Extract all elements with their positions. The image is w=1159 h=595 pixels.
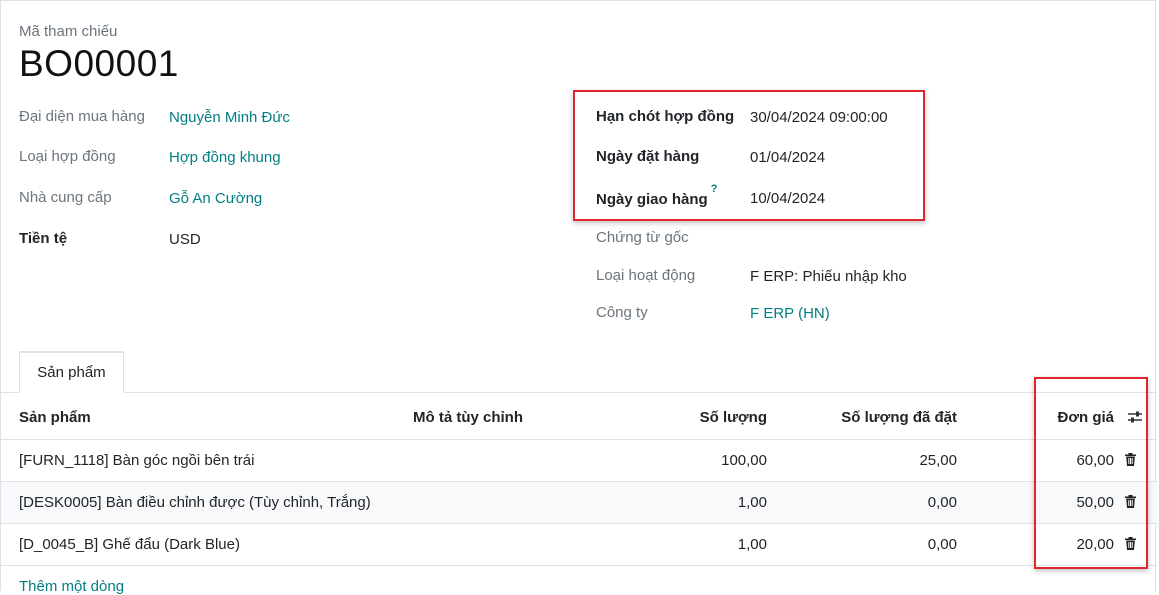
company-label: Công ty (596, 304, 648, 321)
purchase-rep-label: Đại diện mua hàng (19, 108, 145, 125)
product-cell[interactable]: [FURN_1118] Bàn góc ngồi bên trái (19, 452, 254, 469)
vendor-label: Nhà cung cấp (19, 189, 112, 206)
source-document-label: Chứng từ gốc (596, 229, 689, 246)
vendor-field[interactable]: Gỗ An Cường (169, 190, 262, 207)
ordered-quantity-cell: 25,00 (919, 452, 957, 469)
purchase-rep-field[interactable]: Nguyễn Minh Đức (169, 109, 290, 126)
contract-type-label: Loại hợp đồng (19, 148, 116, 165)
product-cell[interactable]: [D_0045_B] Ghế đẩu (Dark Blue) (19, 536, 240, 553)
reference-label: Mã tham chiếu (19, 23, 118, 40)
operation-type-label: Loại hoạt động (596, 267, 696, 284)
highlight-box-dates (573, 90, 925, 221)
contract-type-field[interactable]: Hợp đồng khung (169, 149, 281, 166)
product-cell[interactable]: [DESK0005] Bàn điều chỉnh được (Tùy chỉn… (19, 494, 371, 511)
col-quantity[interactable]: Số lượng (700, 409, 767, 426)
highlight-box-unit-price (1034, 377, 1148, 569)
quantity-cell[interactable]: 1,00 (738, 494, 767, 511)
tab-products[interactable]: Sản phẩm (19, 351, 124, 393)
ordered-quantity-cell: 0,00 (927, 494, 957, 511)
tab-divider (1, 392, 1157, 393)
table-row[interactable]: [FURN_1118] Bàn góc ngồi bên trái 100,00… (1, 440, 1157, 482)
add-line-link[interactable]: Thêm một dòng (19, 578, 124, 595)
ordered-quantity-cell: 0,00 (927, 536, 957, 553)
col-product[interactable]: Sản phẩm (19, 409, 91, 426)
operation-type-field[interactable]: F ERP: Phiếu nhập kho (750, 268, 907, 285)
reference-title: BO00001 (19, 43, 179, 84)
col-ordered-quantity[interactable]: Số lượng đã đặt (841, 409, 957, 426)
currency-field[interactable]: USD (169, 231, 201, 248)
quantity-cell[interactable]: 1,00 (738, 536, 767, 553)
table-row[interactable]: [DESK0005] Bàn điều chỉnh được (Tùy chỉn… (1, 482, 1157, 524)
currency-label: Tiền tệ (19, 230, 68, 247)
form-sheet: Mã tham chiếu BO00001 Đại diện mua hàng … (0, 0, 1157, 595)
quantity-cell[interactable]: 100,00 (721, 452, 767, 469)
table-header: Sản phẩm Mô tả tùy chỉnh Số lượng Số lượ… (1, 394, 1157, 440)
col-custom-description[interactable]: Mô tả tùy chỉnh (413, 409, 523, 426)
table-row[interactable]: [D_0045_B] Ghế đẩu (Dark Blue) 1,00 0,00… (1, 524, 1157, 566)
company-field[interactable]: F ERP (HN) (750, 305, 830, 322)
